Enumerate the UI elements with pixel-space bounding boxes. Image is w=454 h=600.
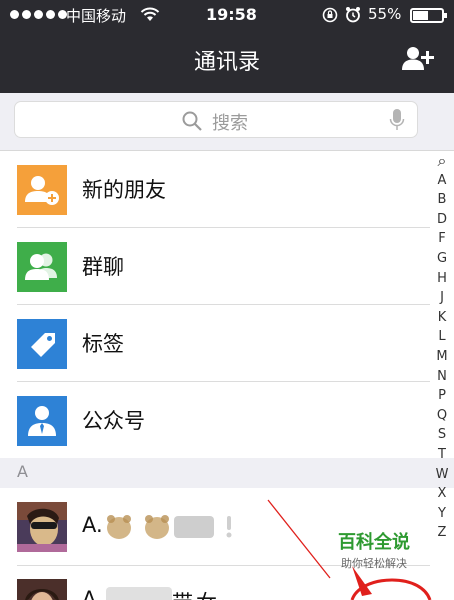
battery-percent: 55% bbox=[368, 5, 402, 23]
index-letter-p[interactable]: P bbox=[430, 386, 454, 406]
contact-name-suffix: 女 bbox=[196, 587, 217, 600]
search-icon bbox=[182, 111, 202, 131]
battery-fill bbox=[413, 11, 429, 20]
exclamation-icon bbox=[226, 516, 232, 538]
wifi-icon bbox=[140, 7, 160, 21]
status-bar: 中国移动 19:58 55% bbox=[0, 0, 454, 30]
search-placeholder: 搜索 bbox=[212, 113, 248, 134]
index-letter-l[interactable]: L bbox=[430, 327, 454, 347]
index-letter-f[interactable]: F bbox=[430, 229, 454, 249]
index-letter-h[interactable]: H bbox=[430, 269, 454, 289]
watermark: 百科全说 助你轻松解决 bbox=[324, 528, 424, 571]
contact-name-suffix: 带 bbox=[172, 587, 193, 600]
section-header-letter: A bbox=[17, 462, 28, 481]
contacts-screen: 中国移动 19:58 55% 通讯录 搜索 新的朋友 群聊 标签 公众号 A A… bbox=[0, 0, 454, 600]
group-chats-item[interactable]: 群聊 bbox=[0, 228, 430, 305]
status-time: 19:58 bbox=[206, 5, 257, 24]
index-letter-q[interactable]: Q bbox=[430, 406, 454, 426]
index-letter-n[interactable]: N bbox=[430, 367, 454, 387]
tag-icon bbox=[17, 319, 67, 369]
contact-name: A. bbox=[82, 513, 103, 537]
new-friend-icon bbox=[17, 165, 67, 215]
index-letter-y[interactable]: Y bbox=[430, 504, 454, 524]
alphabet-index[interactable]: ⌕ A B D F G H J K L M N P Q S T W X Y Z bbox=[430, 151, 454, 546]
index-letter-k[interactable]: K bbox=[430, 308, 454, 328]
index-letter-b[interactable]: B bbox=[430, 190, 454, 210]
add-contact-icon[interactable] bbox=[400, 44, 434, 74]
official-accounts-label: 公众号 bbox=[82, 409, 145, 433]
carrier-name: 中国移动 bbox=[66, 7, 127, 25]
watermark-subtitle: 助你轻松解决 bbox=[341, 557, 407, 570]
contact-name: A bbox=[82, 587, 97, 600]
index-letter-t[interactable]: T bbox=[430, 445, 454, 465]
top-bar: 中国移动 19:58 55% 通讯录 bbox=[0, 0, 454, 93]
index-letter-x[interactable]: X bbox=[430, 484, 454, 504]
search-input[interactable]: 搜索 bbox=[14, 101, 418, 138]
tags-label: 标签 bbox=[82, 332, 124, 356]
index-search-icon[interactable]: ⌕ bbox=[430, 151, 454, 171]
official-account-icon bbox=[17, 396, 67, 446]
new-friends-item[interactable]: 新的朋友 bbox=[0, 151, 430, 228]
rotation-lock-icon bbox=[322, 7, 338, 23]
page-title: 通讯录 bbox=[193, 50, 260, 75]
signal-strength-icon bbox=[10, 10, 67, 19]
index-letter-w[interactable]: W bbox=[430, 465, 454, 485]
group-chats-label: 群聊 bbox=[82, 255, 124, 279]
new-friends-label: 新的朋友 bbox=[82, 178, 166, 202]
index-letter-g[interactable]: G bbox=[430, 249, 454, 269]
battery-icon bbox=[410, 8, 447, 23]
index-letter-a[interactable]: A bbox=[430, 171, 454, 191]
index-letter-z[interactable]: Z bbox=[430, 523, 454, 543]
index-letter-m[interactable]: M bbox=[430, 347, 454, 367]
microphone-icon[interactable] bbox=[389, 108, 405, 132]
search-area: 搜索 bbox=[0, 93, 454, 151]
emoji-icon bbox=[107, 515, 131, 539]
section-header: A bbox=[0, 458, 454, 488]
redacted-text bbox=[106, 587, 172, 600]
index-letter-d[interactable]: D bbox=[430, 210, 454, 230]
watermark-title: 百科全说 bbox=[338, 532, 410, 553]
emoji-icon bbox=[145, 515, 169, 539]
official-accounts-item[interactable]: 公众号 bbox=[0, 382, 430, 459]
contact-avatar bbox=[17, 579, 67, 600]
group-chat-icon bbox=[17, 242, 67, 292]
alarm-icon bbox=[346, 7, 360, 23]
index-letter-j[interactable]: J bbox=[430, 288, 454, 308]
contact-avatar bbox=[17, 502, 67, 552]
redacted-text bbox=[174, 516, 214, 538]
index-letter-s[interactable]: S bbox=[430, 425, 454, 445]
tags-item[interactable]: 标签 bbox=[0, 305, 430, 382]
